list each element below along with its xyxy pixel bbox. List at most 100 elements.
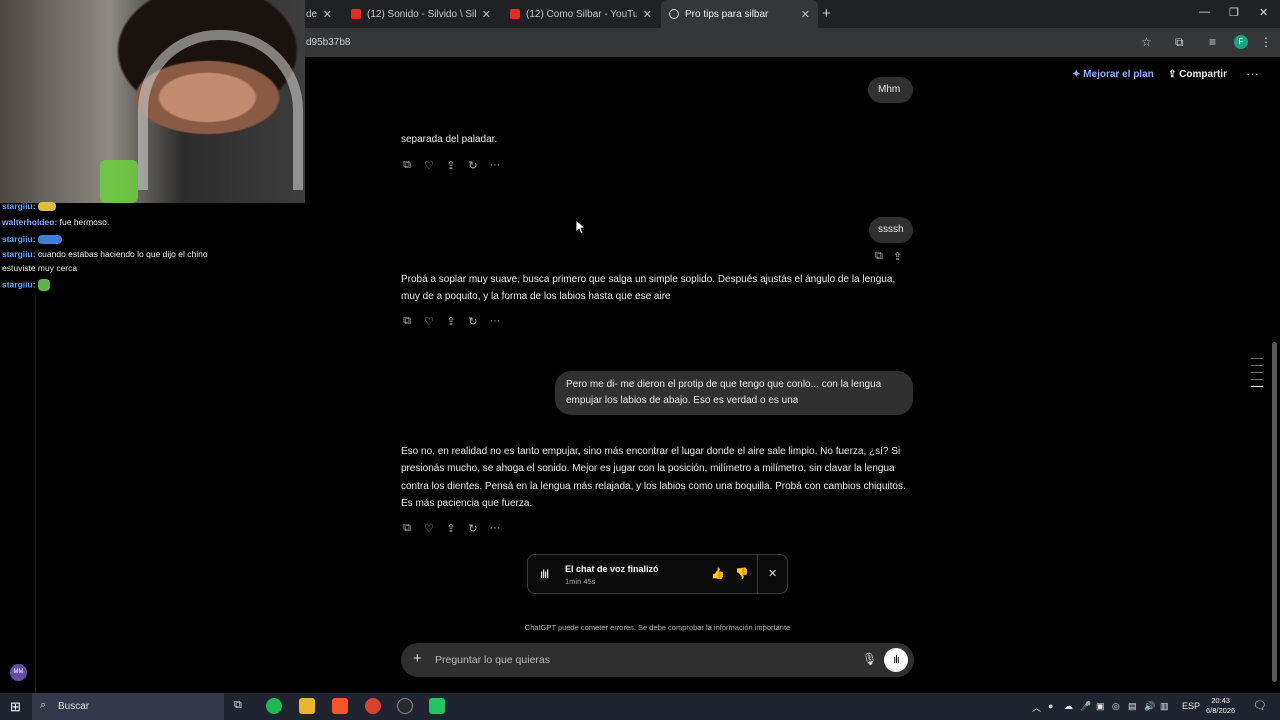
copy-icon[interactable]: ⧉: [401, 159, 413, 172]
notifications-icon[interactable]: 🗨: [1253, 699, 1267, 712]
feedback-icon[interactable]: ♡: [423, 522, 435, 535]
thumbs-up-icon[interactable]: 👍: [711, 567, 725, 580]
spotify-icon[interactable]: [266, 698, 282, 714]
tab-close-icon[interactable]: ✕: [801, 8, 810, 21]
more-icon[interactable]: ···: [489, 522, 501, 535]
regenerate-icon[interactable]: ↻: [467, 315, 479, 328]
bookmark-star-icon[interactable]: ☆: [1141, 35, 1152, 49]
cloud-icon[interactable]: ☁: [1064, 701, 1073, 712]
add-attachment-button[interactable]: +: [413, 650, 422, 667]
tray-chevron-icon[interactable]: ︿: [1032, 701, 1041, 714]
browser-tab-como-silbar[interactable]: (12) Como Silbar - YouTube ✕: [502, 0, 660, 28]
network-icon[interactable]: ▥: [1160, 701, 1169, 712]
feedback-icon[interactable]: ♡: [423, 315, 435, 328]
tab-title: de: [306, 8, 317, 20]
tray-app-icon[interactable]: ▤: [1128, 701, 1137, 712]
microphone-tray-icon[interactable]: 🎤: [1080, 701, 1091, 712]
green-app-icon[interactable]: [429, 698, 445, 714]
voice-chat-ended-card: ılıl El chat de voz finalizó 1min 45s 👍 …: [527, 554, 788, 594]
tab-close-icon[interactable]: ✕: [643, 8, 652, 21]
message-actions: ⧉ ♡ ⇪ ↻ ···: [401, 315, 501, 328]
prompt-input[interactable]: [435, 651, 855, 669]
profile-avatar[interactable]: F: [1234, 35, 1248, 49]
search-label: Buscar: [58, 701, 90, 712]
browser-tab-pro-tips[interactable]: Pro tips para silbar ✕: [661, 0, 818, 28]
chrome-icon[interactable]: [365, 698, 381, 714]
windows-start-icon[interactable]: ⊞: [10, 699, 21, 715]
assistant-message: Eso no, en realidad no es tanto empujar,…: [401, 446, 906, 509]
url-text[interactable]: d95b37b8: [306, 37, 351, 48]
media-controls-icon[interactable]: ≡: [1209, 35, 1216, 49]
share-icon[interactable]: ⇪: [445, 522, 457, 535]
outline-mark-active[interactable]: [1251, 386, 1263, 387]
divider: [35, 295, 36, 695]
stream-chat-line: stargiiu: cuando estabas haciendo lo que…: [2, 249, 208, 260]
green-light-shape: [100, 160, 138, 203]
system-clock[interactable]: 20:43 6/8/2026: [1206, 696, 1235, 716]
youtube-icon: [510, 9, 520, 19]
emote-icon: [37, 235, 62, 245]
microphone-icon[interactable]: 🎙: [862, 652, 877, 666]
taskbar: ⊞ ⌕ Buscar ⧉ ︿ ● ☁ 🎤 ▣ ◎ ▤ 🔊 ▥ ESP 20:43…: [0, 693, 1280, 720]
language-indicator[interactable]: ESP: [1182, 701, 1200, 711]
share-icon[interactable]: ⇪: [445, 159, 457, 172]
brave-icon[interactable]: [332, 698, 348, 714]
share-icon: ⇪: [1168, 69, 1177, 80]
regenerate-icon[interactable]: ↻: [467, 522, 479, 535]
scrollbar-thumb[interactable]: [1272, 342, 1277, 682]
task-view-icon[interactable]: ⧉: [234, 699, 242, 712]
mouse-cursor-icon: [576, 220, 586, 235]
tray-app-icon[interactable]: ◎: [1112, 701, 1120, 712]
restore-icon[interactable]: ❐: [1229, 6, 1239, 19]
avatar[interactable]: MM: [10, 664, 27, 681]
tray-app-icon[interactable]: ▣: [1096, 701, 1105, 712]
outline-mark[interactable]: [1251, 365, 1263, 366]
more-icon[interactable]: ···: [489, 159, 501, 172]
conversation-outline[interactable]: [1251, 358, 1263, 393]
outline-mark[interactable]: [1251, 379, 1263, 380]
regenerate-icon[interactable]: ↻: [467, 159, 479, 172]
chat-username: walterholdeo:: [2, 217, 58, 227]
browser-tab-sonido[interactable]: (12) Sonido - Silvido \ Silvar - Y ✕: [343, 0, 499, 28]
more-icon[interactable]: ···: [489, 315, 501, 328]
tab-close-icon[interactable]: ✕: [482, 8, 491, 21]
webcam-overlay: [0, 0, 305, 203]
share-icon[interactable]: ⇪: [893, 250, 902, 263]
chatgpt-icon: [669, 9, 679, 19]
composer: + 🎙 ılı: [401, 643, 914, 677]
chat-message: fue hermoso.: [59, 217, 110, 227]
waveform-icon: ılıl: [540, 567, 549, 581]
chat-message: cuando estabas haciendo lo que dijo el c…: [37, 249, 208, 259]
thumbs-down-icon[interactable]: 👎: [735, 567, 749, 580]
stream-chat-line: estuviste muy cerca: [2, 263, 77, 274]
browser-menu-icon[interactable]: ⋮: [1260, 35, 1272, 49]
user-message: ssssh: [869, 217, 913, 243]
emote-icon: [37, 279, 50, 291]
taskbar-search[interactable]: ⌕ Buscar: [32, 693, 224, 720]
copy-icon[interactable]: ⧉: [401, 522, 413, 535]
minimize-icon[interactable]: —: [1199, 6, 1210, 18]
tray-app-icon[interactable]: ●: [1048, 701, 1053, 711]
copy-icon[interactable]: ⧉: [875, 250, 883, 263]
chat-username: stargiiu:: [2, 279, 36, 290]
tab-close-icon[interactable]: ✕: [323, 8, 332, 21]
new-tab-button[interactable]: +: [822, 5, 831, 22]
user-message-actions: ⧉ ⇪: [875, 250, 902, 263]
copy-icon[interactable]: ⧉: [401, 315, 413, 328]
voice-mode-button[interactable]: ılı: [884, 648, 908, 672]
outline-mark[interactable]: [1251, 372, 1263, 373]
obs-icon[interactable]: [397, 698, 413, 714]
outline-mark[interactable]: [1251, 358, 1263, 359]
volume-icon[interactable]: 🔊: [1144, 701, 1155, 712]
search-icon: ⌕: [40, 699, 47, 711]
close-icon[interactable]: ✕: [768, 567, 777, 580]
scrollbar[interactable]: [1271, 62, 1278, 692]
file-explorer-icon[interactable]: [299, 698, 315, 714]
feedback-icon[interactable]: ♡: [423, 159, 435, 172]
more-options-icon[interactable]: ···: [1246, 66, 1259, 81]
share-icon[interactable]: ⇪: [445, 315, 457, 328]
extensions-icon[interactable]: ⧉: [1175, 35, 1184, 50]
upgrade-plan-button[interactable]: ✦ Mejorar el plan: [1072, 69, 1154, 80]
share-button[interactable]: ⇪ Compartir: [1168, 69, 1227, 80]
window-close-icon[interactable]: ✕: [1259, 6, 1268, 19]
